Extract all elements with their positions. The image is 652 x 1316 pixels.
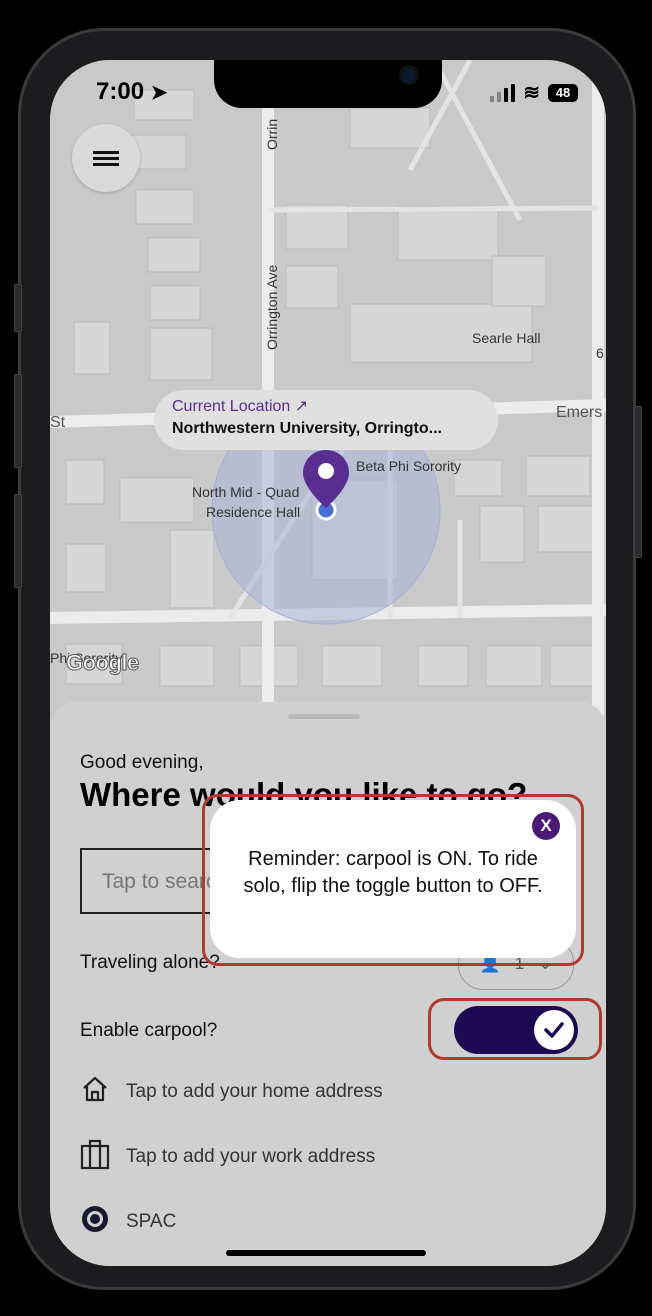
power-button — [634, 406, 642, 558]
map-label-north-mid-2: Residence Hall — [206, 504, 301, 520]
status-time: 7:00 ➤ — [96, 78, 167, 106]
location-arrow-icon: ➤ — [150, 82, 168, 104]
map-label-emerson: Emers — [556, 404, 603, 421]
camera-icon — [402, 68, 416, 82]
traveling-alone-label: Traveling alone? — [80, 952, 220, 973]
work-address-label: Tap to add your work address — [126, 1146, 376, 1167]
briefcase-icon — [80, 1138, 110, 1176]
app-screen: Orrin Orrington Ave Searle Hall 6 Emers … — [50, 60, 606, 1266]
carpool-label: Enable carpool? — [80, 1020, 218, 1041]
wifi-icon: ≋ — [523, 82, 540, 104]
map-label-searle-hall: Searle Hall — [472, 330, 541, 346]
home-indicator[interactable] — [226, 1250, 426, 1256]
status-time-text: 7:00 — [96, 78, 145, 105]
map-label-st: St — [50, 414, 66, 431]
status-indicators: ≋ 48 — [490, 80, 578, 105]
silent-switch — [14, 284, 22, 332]
sheet-grabber[interactable] — [288, 714, 360, 719]
popup-highlight-box — [202, 794, 584, 966]
volume-up-button — [14, 374, 22, 468]
home-address-label: Tap to add your home address — [126, 1081, 383, 1102]
current-location-card[interactable]: Current Location ↗ Northwestern Universi… — [154, 390, 498, 450]
toggle-highlight-box — [428, 998, 602, 1060]
work-address-row[interactable]: Tap to add your work address — [80, 1138, 375, 1176]
greeting: Good evening, — [80, 752, 204, 773]
map-label-number: 6 — [596, 345, 604, 361]
google-logo: Google — [66, 650, 140, 676]
volume-down-button — [14, 494, 22, 588]
target-icon — [80, 1204, 110, 1240]
hamburger-icon — [93, 148, 119, 169]
home-icon — [80, 1074, 110, 1110]
external-arrow-icon: ↗ — [294, 398, 309, 415]
dynamic-island — [214, 60, 442, 108]
battery-icon: 48 — [548, 83, 578, 102]
current-location-address: Northwestern University, Orringto... — [172, 420, 442, 437]
battery-level: 48 — [555, 85, 571, 100]
saved-place-label: SPAC — [126, 1211, 177, 1232]
home-address-row[interactable]: Tap to add your home address — [80, 1074, 383, 1110]
cellular-signal-icon — [490, 83, 516, 102]
map-label-beta-phi: Beta Phi Sorority — [356, 458, 462, 474]
map-label-orrington-ave: Orrington Ave — [264, 264, 280, 350]
current-location-label: Current Location — [172, 398, 291, 415]
map-label-orrington-top: Orrin — [264, 118, 280, 150]
menu-button[interactable] — [72, 124, 140, 192]
bottom-sheet: Good evening, Where would you like to go… — [50, 702, 606, 1266]
map-label-north-mid-1: North Mid - Quad — [192, 484, 300, 500]
saved-place-row[interactable]: SPAC — [80, 1204, 176, 1240]
current-location-title: Current Location ↗ — [172, 396, 480, 416]
